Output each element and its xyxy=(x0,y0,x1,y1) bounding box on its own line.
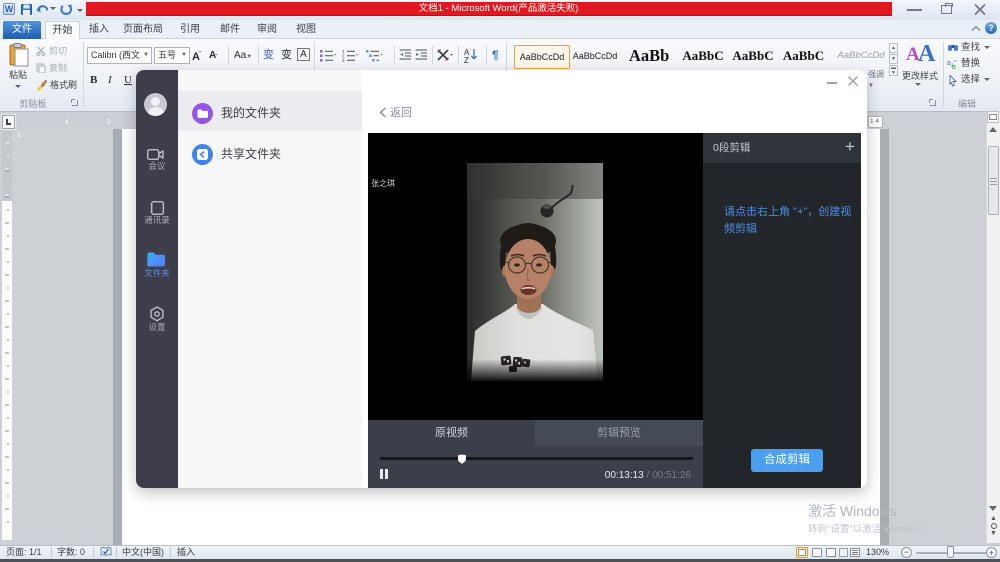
svg-text:Z: Z xyxy=(464,56,469,63)
svg-text:b: b xyxy=(952,64,956,70)
svg-text:a: a xyxy=(947,60,951,67)
svg-text:3: 3 xyxy=(342,58,345,62)
